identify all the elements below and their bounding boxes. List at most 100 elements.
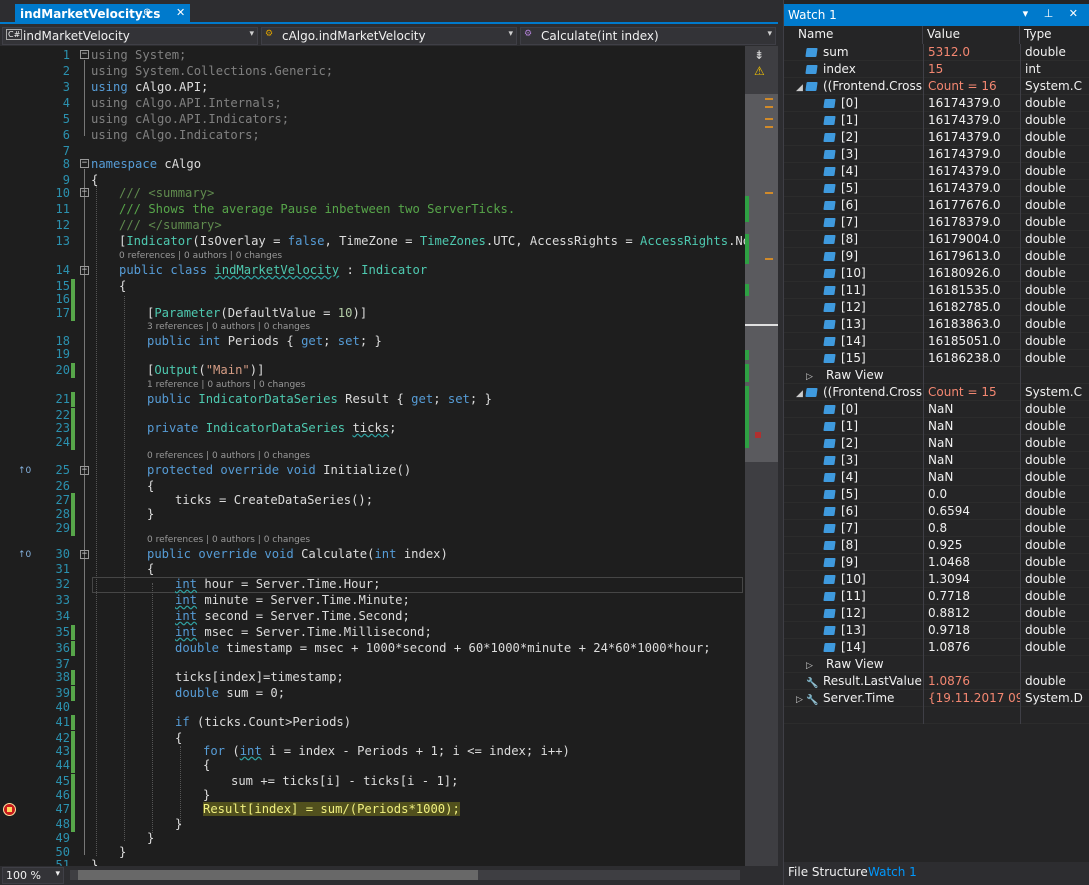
watch-value[interactable]: 16178379.0 [923,214,1020,231]
member-dropdown[interactable]: ⚙ Calculate(int index) ▾ [520,27,776,45]
watch-value[interactable]: 1.0876 [923,673,1020,690]
pin-icon[interactable]: ⊕ [143,7,151,18]
watch-value[interactable]: 1.3094 [923,571,1020,588]
close-icon[interactable]: ✕ [176,6,185,19]
watch-value[interactable]: 16186238.0 [923,350,1020,367]
watch-row[interactable]: [10] 1.3094 double [784,571,1089,588]
watch-row[interactable]: [0] 16174379.0 double [784,95,1089,112]
watch-row[interactable]: [12] 0.8812 double [784,605,1089,622]
watch-value[interactable]: 16183863.0 [923,316,1020,333]
watch-row[interactable]: [15] 16186238.0 double [784,350,1089,367]
watch-value[interactable]: 16177676.0 [923,197,1020,214]
expand-toggle-icon[interactable]: ◢ [796,83,806,93]
watch-row[interactable]: [9] 16179613.0 double [784,248,1089,265]
zoom-dropdown[interactable]: 100 % ▾ [2,867,64,884]
watch-row[interactable]: index 15 int [784,61,1089,78]
watch-value[interactable]: 1.0876 [923,639,1020,656]
class-dropdown[interactable]: ⚙ cAlgo.indMarketVelocity ▾ [261,27,517,45]
watch-row[interactable]: [6] 16177676.0 double [784,197,1089,214]
watch-row[interactable]: [5] 16174379.0 double [784,180,1089,197]
watch-row[interactable]: [6] 0.6594 double [784,503,1089,520]
watch-value[interactable]: {19.11.2017 09:53: [923,690,1020,707]
watch-row[interactable]: [5] 0.0 double [784,486,1089,503]
horizontal-scrollbar[interactable] [70,870,740,880]
scrollbar-thumb[interactable] [78,870,478,880]
watch-value[interactable]: 16174379.0 [923,146,1020,163]
watch-value[interactable]: NaN [923,401,1020,418]
tab-file-structure[interactable]: File Structure [784,865,872,883]
watch-value[interactable]: 16179613.0 [923,248,1020,265]
window-controls[interactable]: ▾ ⊥ ✕ [1023,7,1084,20]
tab-watch-1[interactable]: Watch 1 [864,865,921,883]
column-header-name[interactable]: Name [784,26,923,44]
watch-value[interactable]: 0.6594 [923,503,1020,520]
watch-value[interactable]: 5312.0 [923,44,1020,61]
override-glyph-icon[interactable]: ↑0 [18,466,31,476]
watch-row[interactable]: [11] 0.7718 double [784,588,1089,605]
codelens-info[interactable]: 0 references | 0 authors | 0 changes [119,251,282,261]
watch-value[interactable]: 16174379.0 [923,180,1020,197]
watch-row[interactable]: [4] 16174379.0 double [784,163,1089,180]
watch-row[interactable]: [13] 16183863.0 double [784,316,1089,333]
watch-value[interactable]: 16182785.0 [923,299,1020,316]
expand-toggle-icon[interactable]: ▷ [806,661,816,671]
project-dropdown[interactable]: C# indMarketVelocity ▾ [2,27,258,45]
column-header-value[interactable]: Value [923,26,1020,44]
vertical-scrollbar[interactable]: ⇟ ⚠ [745,46,778,866]
expand-toggle-icon[interactable]: ▷ [796,695,806,705]
override-glyph-icon[interactable]: ↑0 [18,550,31,560]
watch-row[interactable]: [8] 0.925 double [784,537,1089,554]
watch-value[interactable]: 16174379.0 [923,129,1020,146]
code-text-area[interactable]: 1 2 3 4 5 6 7 8 9 10 11 12 13 14 15 16 17 18 19 20 21 22 23 24 2… [0,46,745,866]
new-watch-row[interactable] [784,707,1089,724]
watch-row[interactable]: [1] 16174379.0 double [784,112,1089,129]
fold-toggle-icon[interactable]: − [80,266,89,275]
watch-row[interactable]: [9] 1.0468 double [784,554,1089,571]
watch-value[interactable]: 0.925 [923,537,1020,554]
watch-row[interactable]: sum 5312.0 double [784,44,1089,61]
fold-toggle-icon[interactable]: − [80,50,89,59]
fold-toggle-icon[interactable]: − [80,550,89,559]
watch-value[interactable]: 0.9718 [923,622,1020,639]
watch-value[interactable]: 15 [923,61,1020,78]
breakpoint-current-statement-icon[interactable] [3,803,16,816]
watch-row[interactable]: [2] NaN double [784,435,1089,452]
watch-row[interactable]: [3] NaN double [784,452,1089,469]
fold-toggle-icon[interactable]: − [80,188,89,197]
watch-value[interactable]: 16180926.0 [923,265,1020,282]
watch-row[interactable]: [7] 16178379.0 double [784,214,1089,231]
watch-value[interactable]: 0.8 [923,520,1020,537]
fold-toggle-icon[interactable]: − [80,466,89,475]
watch-row[interactable]: ▷ Raw View [784,367,1089,384]
watch-row[interactable]: [4] NaN double [784,469,1089,486]
expand-toggle-icon[interactable]: ▷ [806,372,816,382]
watch-value[interactable]: 16174379.0 [923,112,1020,129]
watch-row[interactable]: [14] 16185051.0 double [784,333,1089,350]
column-header-type[interactable]: Type [1020,26,1089,44]
watch-value[interactable]: NaN [923,452,1020,469]
watch-row[interactable]: [12] 16182785.0 double [784,299,1089,316]
watch-value[interactable] [923,367,1020,384]
watch-row[interactable]: [8] 16179004.0 double [784,231,1089,248]
expand-toggle-icon[interactable]: ◢ [796,389,806,399]
watch-row[interactable]: [11] 16181535.0 double [784,282,1089,299]
watch-value[interactable]: 16179004.0 [923,231,1020,248]
codelens-info[interactable]: 3 references | 0 authors | 0 changes [147,322,310,332]
codelens-info[interactable]: 1 reference | 0 authors | 0 changes [147,380,305,390]
scrollbar-thumb[interactable] [745,94,778,462]
watch-value[interactable]: 16185051.0 [923,333,1020,350]
watch-row[interactable]: [10] 16180926.0 double [784,265,1089,282]
watch-value[interactable]: NaN [923,418,1020,435]
watch-value[interactable]: 0.0 [923,486,1020,503]
watch-value[interactable]: 0.8812 [923,605,1020,622]
watch-value[interactable]: 16174379.0 [923,163,1020,180]
watch-row[interactable]: ▷ Raw View [784,656,1089,673]
watch-row[interactable]: ◢ ((Frontend.CrossB Count = 16 System.C [784,78,1089,95]
watch-value[interactable]: 16174379.0 [923,95,1020,112]
document-tab[interactable]: indMarketVelocity.cs ⊕ ✕ [15,4,190,24]
watch-row[interactable]: ◢ ((Frontend.CrossB Count = 15 System.C [784,384,1089,401]
watch-row[interactable]: [0] NaN double [784,401,1089,418]
fold-toggle-icon[interactable]: − [80,159,89,168]
watch-row[interactable]: 🔧 Result.LastValue 1.0876 double [784,673,1089,690]
watch-row[interactable]: [1] NaN double [784,418,1089,435]
